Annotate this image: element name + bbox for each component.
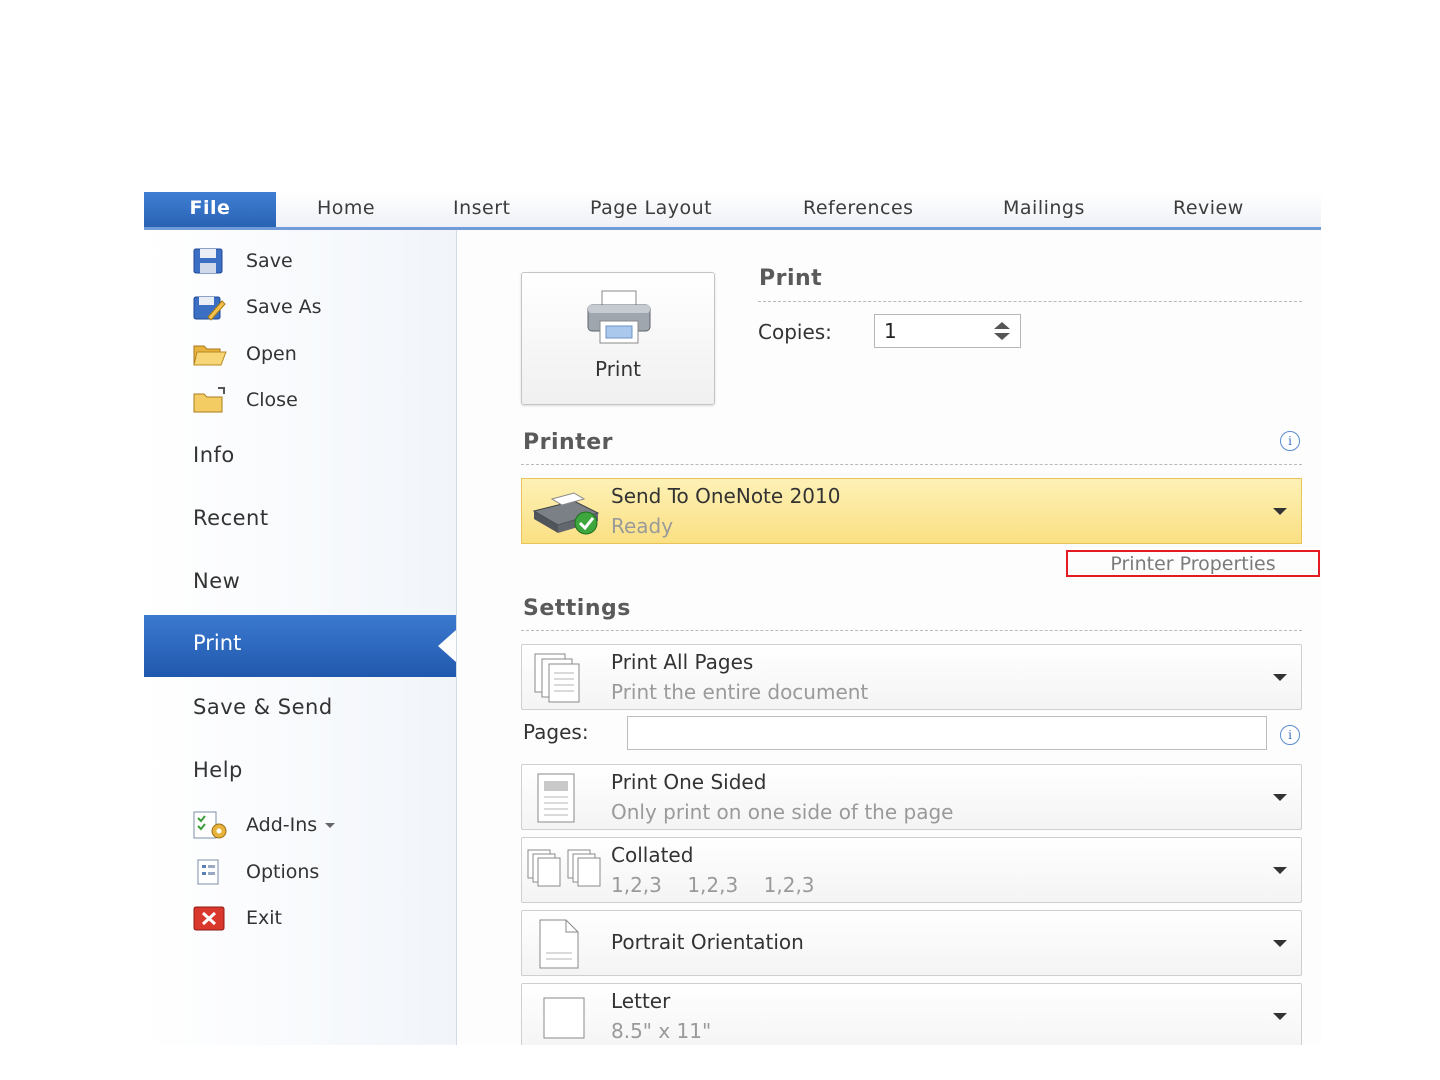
chevron-down-icon [1273,940,1287,947]
print-sides-dropdown[interactable]: Print One Sided Only print on one side o… [521,764,1302,830]
chevron-down-icon [1273,794,1287,801]
open-command[interactable]: Open [192,339,297,369]
tab-references[interactable]: References [803,192,914,227]
nav-recent[interactable]: Recent [193,506,269,530]
backstage-nav-pane: Save Save As Open Close Info Recent New … [144,230,457,1045]
close-command[interactable]: Close [192,385,298,415]
info-icon[interactable]: i [1280,725,1300,745]
print-range-label: Print All Pages [611,650,754,674]
nav-new[interactable]: New [193,569,240,593]
collation-dropdown[interactable]: Collated 1,2,3 1,2,3 1,2,3 [521,837,1302,903]
printer-header: Printer [523,430,613,455]
one-sided-page-icon [532,771,592,829]
save-as-label: Save As [246,296,322,318]
exit-command[interactable]: Exit [192,903,282,933]
nav-print[interactable]: Print [144,615,456,677]
open-folder-icon [192,339,228,369]
copies-value: 1 [884,319,897,343]
options-label: Options [246,861,320,883]
nav-info[interactable]: Info [193,443,235,467]
print-header: Print [759,266,823,291]
chevron-down-icon [1273,674,1287,681]
print-button-label: Print [594,357,641,381]
add-ins-icon [192,810,228,840]
save-as-command[interactable]: Save As [192,292,322,322]
portrait-page-icon [536,917,586,975]
collation-label: Collated [611,843,694,867]
exit-icon [192,903,228,933]
word-backstage-window: File Home Insert Page Layout References … [144,192,1321,1045]
orientation-dropdown[interactable]: Portrait Orientation [521,910,1302,976]
options-command[interactable]: Options [192,857,319,887]
print-sides-label: Print One Sided [611,770,767,794]
save-icon [192,246,228,276]
tab-review[interactable]: Review [1173,192,1244,227]
settings-header-rule [521,630,1302,631]
print-sides-desc: Only print on one side of the page [611,800,954,824]
ribbon-tab-bar: File Home Insert Page Layout References … [144,192,1321,230]
paper-size-desc: 8.5" x 11" [611,1019,712,1043]
tab-insert[interactable]: Insert [453,192,511,227]
orientation-label: Portrait Orientation [611,930,804,954]
close-folder-icon [192,385,228,415]
save-label: Save [246,250,293,272]
pages-label: Pages: [523,720,589,744]
tab-page-layout[interactable]: Page Layout [590,192,712,227]
open-label: Open [246,343,297,365]
collation-desc: 1,2,3 1,2,3 1,2,3 [611,873,815,897]
settings-header: Settings [523,596,631,621]
collated-pages-icon [526,848,606,892]
printer-header-rule [521,464,1302,465]
chevron-down-icon [1273,508,1287,515]
printer-dropdown[interactable]: Send To OneNote 2010 Ready [521,478,1302,544]
print-button[interactable]: Print [521,272,715,405]
tab-mailings[interactable]: Mailings [1003,192,1085,227]
pages-stack-icon [532,651,592,709]
nav-print-label: Print [193,631,242,655]
letter-page-icon [542,996,586,1044]
printer-icon [584,287,654,353]
close-label: Close [246,389,298,411]
printer-properties-link[interactable]: Printer Properties [1066,550,1320,577]
spin-down-icon[interactable] [994,333,1010,340]
save-as-icon [192,292,228,322]
tab-home[interactable]: Home [317,192,375,227]
print-header-rule [758,301,1302,302]
print-range-desc: Print the entire document [611,680,869,704]
exit-label: Exit [246,907,282,929]
paper-size-label: Letter [611,989,671,1013]
save-command[interactable]: Save [192,246,293,276]
pages-input[interactable] [627,716,1267,750]
options-icon [192,857,228,887]
chevron-down-icon [325,822,336,828]
nav-help[interactable]: Help [193,758,243,782]
chevron-down-icon [1273,1013,1287,1020]
tab-file[interactable]: File [144,192,276,227]
selected-pointer [438,630,456,662]
copies-label: Copies: [758,320,832,344]
copies-stepper[interactable]: 1 [874,314,1021,348]
print-range-dropdown[interactable]: Print All Pages Print the entire documen… [521,644,1302,710]
spin-up-icon[interactable] [994,322,1010,329]
add-ins-label: Add-Ins [246,814,318,836]
printer-name: Send To OneNote 2010 [611,484,841,508]
add-ins-command[interactable]: Add-Ins [192,810,336,840]
printer-ready-icon [528,489,606,541]
printer-status: Ready [611,514,674,538]
chevron-down-icon [1273,867,1287,874]
nav-save-send[interactable]: Save & Send [193,695,333,719]
info-icon[interactable]: i [1280,431,1300,451]
paper-size-dropdown[interactable]: Letter 8.5" x 11" [521,983,1302,1045]
